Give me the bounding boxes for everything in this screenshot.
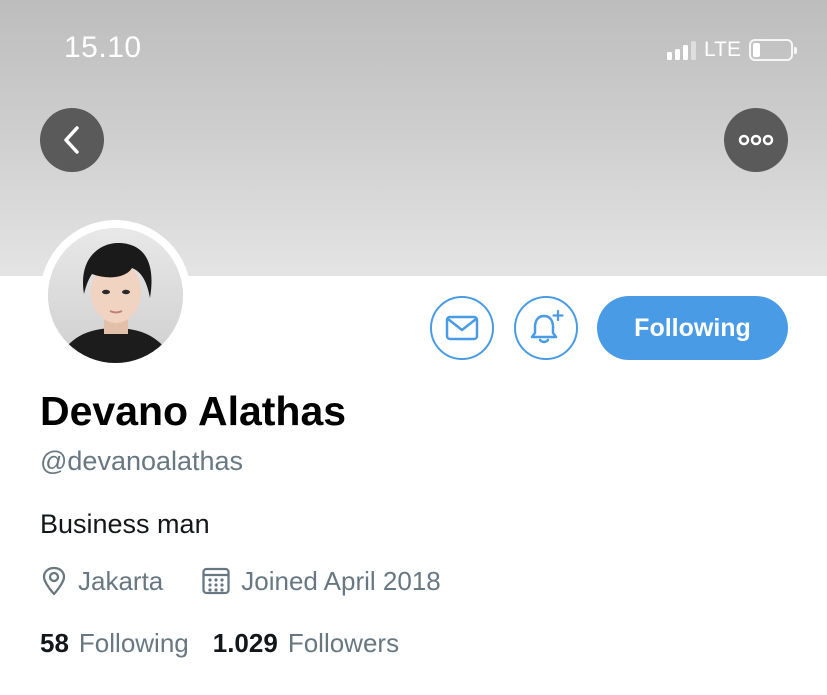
status-indicators: LTE xyxy=(667,36,797,64)
avatar-image xyxy=(48,228,183,363)
followers-stat[interactable]: 1.029 Followers xyxy=(213,628,399,659)
following-button[interactable]: Following xyxy=(597,296,788,360)
profile-meta: Jakarta Joined April 2018 xyxy=(40,564,441,598)
envelope-icon xyxy=(445,315,479,341)
location-item: Jakarta xyxy=(40,566,163,597)
follow-stats: 58 Following 1.029 Followers xyxy=(40,626,399,660)
network-type: LTE xyxy=(704,38,741,61)
calendar-icon xyxy=(202,567,230,595)
location-text: Jakarta xyxy=(78,565,164,596)
user-handle: @devanoalathas xyxy=(40,446,244,476)
display-name: Devano Alathas xyxy=(40,388,347,434)
avatar[interactable] xyxy=(48,228,183,363)
bell-plus-icon xyxy=(530,309,564,344)
status-time: 15.10 xyxy=(64,31,142,64)
notifications-button[interactable] xyxy=(514,296,578,360)
message-button[interactable] xyxy=(430,296,494,360)
bio: Business man xyxy=(40,509,210,539)
followers-count: 1.029 xyxy=(212,627,278,658)
back-button[interactable] xyxy=(40,108,104,172)
ellipsis-icon xyxy=(738,134,774,146)
profile-screen: 15.10 LTE Following Devano Alathas @deva… xyxy=(0,0,827,695)
location-pin-icon xyxy=(42,566,66,596)
joined-item: Joined April 2018 xyxy=(201,565,441,597)
more-options-button[interactable] xyxy=(724,108,788,172)
joined-text: Joined April 2018 xyxy=(241,565,441,596)
following-label: Following xyxy=(78,627,189,658)
followers-label: Followers xyxy=(287,627,400,658)
signal-icon xyxy=(667,40,697,60)
following-stat[interactable]: 58 Following xyxy=(40,628,189,659)
battery-icon xyxy=(749,39,797,61)
following-count: 58 xyxy=(40,627,69,658)
chevron-left-icon xyxy=(64,126,79,154)
